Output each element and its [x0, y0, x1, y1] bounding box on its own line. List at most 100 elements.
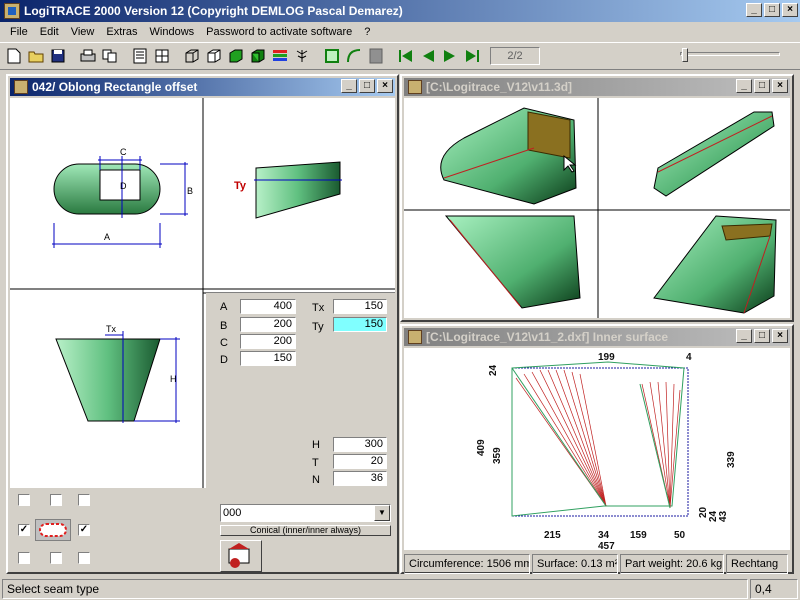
dim-b-label: B: [187, 186, 193, 196]
dxf-canvas[interactable]: 199 4 24 409 359 339 215 34 159 50 457 2…: [404, 348, 790, 552]
close-button[interactable]: ×: [772, 329, 788, 343]
page-view-icon[interactable]: [130, 46, 150, 66]
dim-bottom1: 215: [544, 530, 561, 541]
curve-icon[interactable]: [344, 46, 364, 66]
menu-bar: File Edit View Extras Windows Password t…: [0, 22, 800, 42]
dim-left-small: 24: [488, 364, 499, 376]
dim-right-small3: 43: [718, 510, 729, 522]
maximize-button[interactable]: □: [754, 329, 770, 343]
dxf-window: [C:\Logitrace_V12\v11_2.dxf] Inner surfa…: [400, 324, 794, 574]
maximize-button[interactable]: □: [754, 79, 770, 93]
parameters-window-titlebar[interactable]: 042/ Oblong Rectangle offset _ □ ×: [10, 78, 395, 96]
seam-checkbox-mr[interactable]: ✓: [78, 524, 90, 536]
seam-checkbox-tm[interactable]: [50, 494, 62, 506]
minimize-button[interactable]: _: [341, 79, 357, 93]
close-button[interactable]: ×: [782, 3, 798, 17]
param-d-field[interactable]: 150: [240, 351, 296, 366]
dim-bottom3: 159: [630, 530, 647, 541]
status-message: Select seam type: [2, 579, 748, 599]
copy-icon[interactable]: [100, 46, 120, 66]
menu-file[interactable]: File: [4, 26, 34, 38]
shaded-icon[interactable]: [226, 46, 246, 66]
dim-h-field[interactable]: 300: [333, 437, 387, 452]
shaded-solid-icon[interactable]: [248, 46, 268, 66]
status-bar: Select seam type 0,4: [0, 578, 800, 600]
seam-checkbox-tr[interactable]: [78, 494, 90, 506]
dim-top: 199: [598, 352, 615, 363]
minimize-button[interactable]: _: [736, 329, 752, 343]
offset-tx-label: Tx: [312, 302, 325, 314]
view3d-window-titlebar[interactable]: [C:\Logitrace_V12\v11.3d] _ □ ×: [404, 78, 790, 96]
menu-view[interactable]: View: [65, 26, 101, 38]
window-icon: [14, 80, 28, 94]
parameters-window-title: 042/ Oblong Rectangle offset: [32, 80, 198, 94]
seam-checkbox-bm[interactable]: [50, 552, 62, 564]
status-coord: 0,4: [750, 579, 798, 599]
conical-button[interactable]: Conical (inner/inner always): [220, 525, 391, 536]
param-c-field[interactable]: 200: [240, 334, 296, 349]
tree-icon[interactable]: [292, 46, 312, 66]
maximize-button[interactable]: □: [359, 79, 375, 93]
window-icon: [408, 330, 422, 344]
zoom-slider-thumb[interactable]: [682, 48, 688, 62]
app-icon: [4, 3, 20, 19]
dim-bottom2: 34: [598, 530, 610, 541]
menu-windows[interactable]: Windows: [144, 26, 201, 38]
first-page-icon[interactable]: [396, 46, 416, 66]
offset-tx-field[interactable]: 150: [333, 299, 387, 314]
minimize-button[interactable]: _: [736, 79, 752, 93]
window-icon: [408, 80, 422, 94]
app-titlebar: LogiTRACE 2000 Version 12 (Copyright DEM…: [0, 0, 800, 22]
zoom-slider[interactable]: [680, 46, 784, 66]
seam-checkbox-bl[interactable]: [18, 552, 30, 564]
maximize-button[interactable]: □: [764, 3, 780, 17]
param-b-field[interactable]: 200: [240, 317, 296, 332]
menu-help[interactable]: ?: [358, 26, 376, 38]
offset-ty-field[interactable]: 150: [333, 317, 387, 332]
dim-n-field[interactable]: 36: [333, 471, 387, 486]
save-icon[interactable]: [48, 46, 68, 66]
param-c-label: C: [220, 337, 228, 349]
param-a-field[interactable]: 400: [240, 299, 296, 314]
parameters-window: 042/ Oblong Rectangle offset _ □ × C D A…: [6, 74, 399, 574]
close-button[interactable]: ×: [377, 79, 393, 93]
menu-edit[interactable]: Edit: [34, 26, 65, 38]
dxf-window-titlebar[interactable]: [C:\Logitrace_V12\v11_2.dxf] Inner surfa…: [404, 328, 790, 346]
dxf-window-title: [C:\Logitrace_V12\v11_2.dxf] Inner surfa…: [426, 330, 669, 344]
dim-t-field[interactable]: 20: [333, 454, 387, 469]
offset-ty-label: Ty: [312, 321, 324, 333]
weld-tool-button[interactable]: [220, 540, 262, 572]
dim-bottom-total: 457: [598, 541, 615, 550]
close-button[interactable]: ×: [772, 79, 788, 93]
dim-d-label: D: [120, 181, 127, 191]
seam-checkbox-ml[interactable]: ✓: [18, 524, 30, 536]
next-page-icon[interactable]: [440, 46, 460, 66]
seam-shape-icon[interactable]: [35, 519, 71, 541]
dim-left-outer: 409: [476, 439, 487, 456]
dim-h-field-label: H: [312, 439, 320, 451]
print-icon[interactable]: [78, 46, 98, 66]
seam-select[interactable]: 000 ▼: [220, 504, 391, 522]
shape-status: Rechtang: [726, 554, 788, 574]
disabled-icon[interactable]: [366, 46, 386, 66]
dim-t-label: T: [312, 457, 319, 469]
chevron-down-icon[interactable]: ▼: [374, 505, 390, 521]
dim-left-inner: 359: [492, 447, 503, 464]
menu-password[interactable]: Password to activate software: [200, 26, 358, 38]
seam-checkbox-br[interactable]: [78, 552, 90, 564]
dim-top-right: 4: [686, 352, 692, 363]
view3d-canvas[interactable]: [404, 98, 790, 318]
frame-icon[interactable]: [322, 46, 342, 66]
wireframe-icon[interactable]: [182, 46, 202, 66]
previous-page-icon[interactable]: [418, 46, 438, 66]
new-file-icon[interactable]: [4, 46, 24, 66]
seam-checkbox-tl[interactable]: [18, 494, 30, 506]
grid-view-icon[interactable]: [152, 46, 172, 66]
color-map-icon[interactable]: [270, 46, 290, 66]
ty-label: Ty: [234, 180, 247, 192]
hidden-line-icon[interactable]: [204, 46, 224, 66]
open-folder-icon[interactable]: [26, 46, 46, 66]
last-page-icon[interactable]: [462, 46, 482, 66]
minimize-button[interactable]: _: [746, 3, 762, 17]
menu-extras[interactable]: Extras: [100, 26, 143, 38]
